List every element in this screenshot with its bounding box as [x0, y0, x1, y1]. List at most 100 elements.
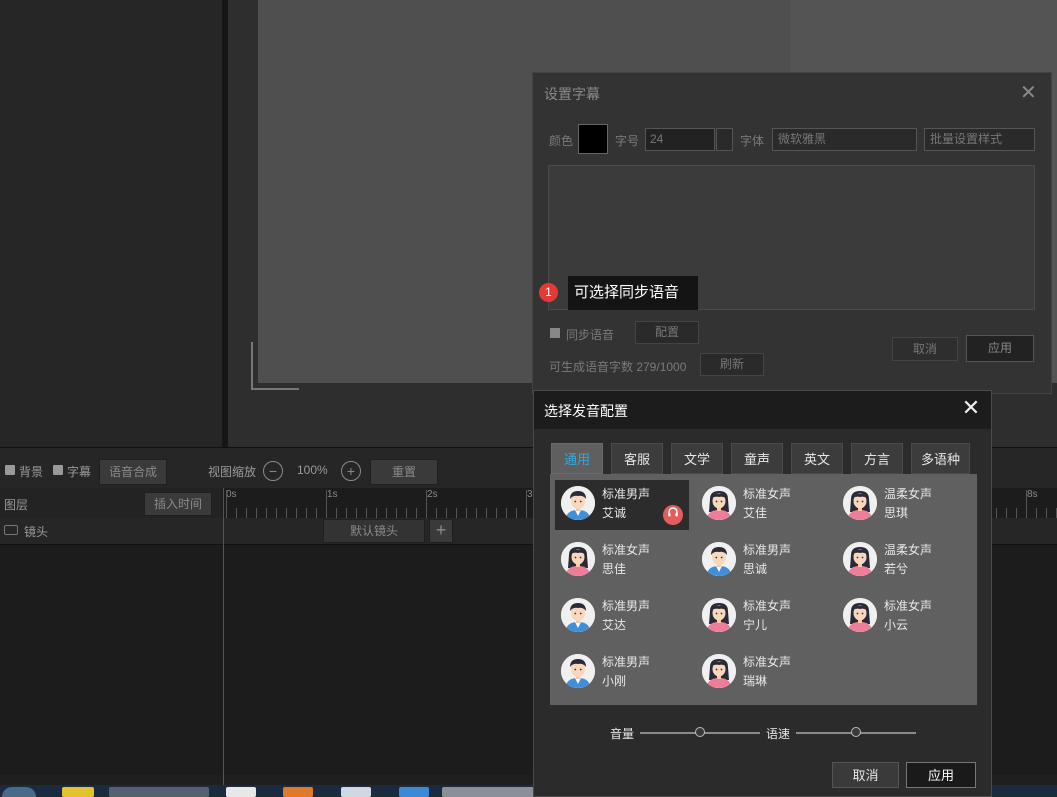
voice-type: 标准女声 [743, 599, 792, 613]
voice-card[interactable]: 标准女声 宁儿 [696, 592, 830, 642]
ruler-tick [476, 508, 477, 518]
male-avatar-icon [561, 654, 595, 688]
taskbar-app[interactable] [399, 787, 429, 797]
headphones-icon[interactable] [663, 505, 683, 525]
ruler-tick [486, 508, 487, 518]
ruler-tick [296, 508, 297, 518]
ruler-tick [266, 508, 267, 518]
voice-card[interactable]: 标准女声 艾佳 [696, 480, 830, 530]
ruler-label: 2s [427, 489, 438, 500]
size-label: 字号 [615, 134, 640, 148]
taskbar-app[interactable] [109, 787, 209, 797]
bg-label: 背景 [19, 465, 44, 479]
config-button[interactable]: 配置 [635, 321, 699, 344]
voice-card[interactable]: 标准女声 小云 [837, 592, 971, 642]
ruler-tick [236, 508, 237, 518]
sync-voice-checkbox[interactable] [550, 328, 560, 338]
voice-name: 艾达 [602, 618, 627, 632]
taskbar-app[interactable] [283, 787, 313, 797]
voice-card[interactable]: 温柔女声 若兮 [837, 536, 971, 586]
shot-label: 镜头 [24, 525, 49, 539]
voice-apply-button[interactable]: 应用 [906, 762, 976, 788]
refresh-button[interactable]: 刷新 [700, 353, 764, 376]
tab-6[interactable]: 多语种 [911, 443, 970, 474]
voice-card[interactable]: 标准男声 艾达 [555, 592, 689, 642]
voice-card[interactable]: 温柔女声 思琪 [837, 480, 971, 530]
color-swatch[interactable] [578, 124, 608, 154]
zoom-in-button[interactable]: + [341, 461, 361, 481]
tab-0[interactable]: 通用 [551, 443, 603, 474]
voice-dialog-title: 选择发音配置 [544, 403, 628, 419]
font-label: 字体 [740, 134, 765, 148]
reset-button[interactable]: 重置 [370, 459, 438, 485]
ruler-tick [416, 508, 417, 518]
tts-button[interactable]: 语音合成 [99, 459, 167, 485]
batch-style-select[interactable]: 批量设置样式 [924, 128, 1035, 151]
subtitle-checkbox[interactable] [53, 465, 63, 475]
taskbar-app[interactable] [226, 787, 256, 797]
voice-type: 标准男声 [602, 487, 651, 501]
zoom-out-button[interactable]: − [263, 461, 283, 481]
voice-card[interactable]: 标准女声 思佳 [555, 536, 689, 586]
taskbar-app[interactable] [62, 787, 94, 797]
ruler-tick [256, 508, 257, 518]
tab-3[interactable]: 童声 [731, 443, 783, 474]
bg-checkbox[interactable] [5, 465, 15, 475]
ruler-tick [246, 508, 247, 518]
volume-slider-handle[interactable] [695, 727, 705, 737]
playhead[interactable] [223, 488, 224, 788]
tab-2[interactable]: 文学 [671, 443, 723, 474]
female-avatar-icon [843, 542, 877, 576]
start-button[interactable] [2, 787, 36, 797]
subtitle-cancel-button[interactable]: 取消 [892, 337, 958, 361]
voice-card[interactable]: 标准女声 瑞琳 [696, 648, 830, 698]
female-avatar-icon [843, 598, 877, 632]
ruler-tick [346, 508, 347, 518]
taskbar-app[interactable] [341, 787, 371, 797]
ruler-tick [1006, 508, 1007, 518]
voice-card[interactable]: 标准男声 思诚 [696, 536, 830, 586]
voice-name: 艾佳 [743, 506, 768, 520]
speed-label: 语速 [766, 727, 791, 741]
ruler-tick [356, 508, 357, 518]
voice-card[interactable]: 标准男声 小刚 [555, 648, 689, 698]
subtitle-apply-button[interactable]: 应用 [966, 335, 1034, 362]
taskbar-app[interactable] [442, 787, 542, 797]
male-avatar-icon [561, 598, 595, 632]
sync-voice-label: 同步语音 [566, 328, 615, 342]
ruler-label: 8s [1027, 489, 1038, 500]
voice-cancel-button[interactable]: 取消 [832, 762, 899, 788]
ruler-tick [406, 508, 407, 518]
male-avatar-icon [702, 542, 736, 576]
voice-type: 温柔女声 [884, 487, 933, 501]
voice-name: 艾诚 [602, 506, 627, 520]
zoom-value: 100% [297, 463, 328, 477]
speed-slider-handle[interactable] [851, 727, 861, 737]
close-icon[interactable]: ✕ [961, 397, 981, 419]
ruler-tick [326, 490, 327, 518]
ruler-tick [466, 508, 467, 518]
layers-label: 图层 [4, 498, 29, 512]
insert-time-button[interactable]: 插入时间 [144, 492, 212, 516]
font-size-stepper[interactable] [716, 128, 733, 151]
add-shot-button[interactable]: + [429, 519, 453, 543]
voice-name: 瑞琳 [743, 674, 768, 688]
tab-5[interactable]: 方言 [851, 443, 903, 474]
ruler-tick [376, 508, 377, 518]
ruler-tick [1046, 508, 1047, 518]
voice-name: 思诚 [743, 562, 768, 576]
default-shot-clip[interactable]: 默认镜头 [323, 519, 425, 543]
voice-name: 小云 [884, 618, 909, 632]
voice-type: 标准女声 [743, 487, 792, 501]
tab-4[interactable]: 英文 [791, 443, 843, 474]
font-size-input[interactable]: 24 [645, 128, 715, 151]
tab-1[interactable]: 客服 [611, 443, 663, 474]
ruler-tick [426, 490, 427, 518]
close-icon[interactable]: ✕ [1020, 80, 1037, 105]
female-avatar-icon [561, 542, 595, 576]
voice-type: 标准女声 [602, 543, 651, 557]
voice-card[interactable]: 标准男声 艾诚 [555, 480, 689, 530]
ruler-tick [446, 508, 447, 518]
step-badge: 1 [539, 283, 558, 302]
font-select[interactable]: 微软雅黑 [772, 128, 917, 151]
